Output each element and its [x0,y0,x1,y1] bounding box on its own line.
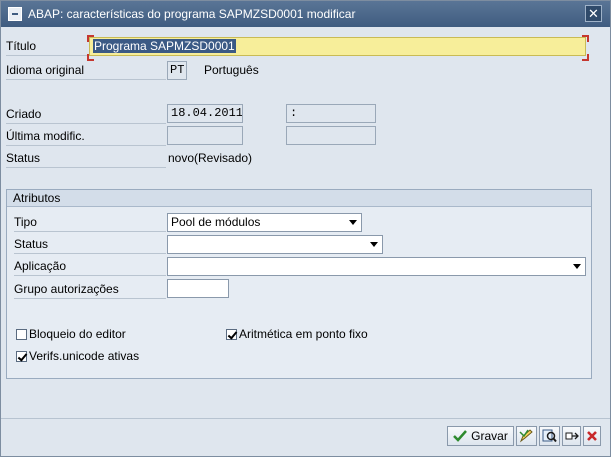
focus-corner-tl [87,35,94,42]
attr-status-select[interactable] [167,235,383,254]
aplicacao-select[interactable] [167,257,586,276]
status-label: Status [6,149,166,168]
ultima-date-field [167,126,243,145]
titulo-label: Título [6,37,88,56]
check-icon [453,430,468,442]
search-button[interactable] [539,426,560,446]
bloqueio-label: Bloqueio do editor [29,327,126,341]
chevron-down-icon[interactable] [573,264,581,269]
search-icon [542,429,557,443]
layout-icon [565,432,579,440]
atributos-header: Atributos [7,190,591,207]
focus-corner-br [582,54,589,61]
aritmetica-checkbox[interactable] [226,329,237,340]
cancel-icon [587,431,597,441]
dialog-window: ABAP: características do programa SAPMZS… [0,0,611,457]
tipo-select[interactable]: Pool de módulos [167,213,362,232]
dialog-content: Título Programa SAPMZSD0001 Idioma origi… [1,27,610,456]
atributos-title: Atributos [13,191,61,205]
aritmetica-label: Aritmética em ponto fixo [239,327,368,341]
footer-divider [1,418,610,419]
tipo-label: Tipo [14,213,166,232]
unicode-checkbox[interactable] [16,351,27,362]
attr-status-label: Status [14,235,166,254]
grupo-label: Grupo autorizações [14,280,166,299]
gravar-label: Gravar [471,429,508,443]
idioma-name: Português [204,63,259,77]
chevron-down-icon[interactable] [349,220,357,225]
gravar-button[interactable]: Gravar [447,426,514,446]
criado-label: Criado [6,105,166,124]
unicode-label: Verifs.unicode ativas [29,349,140,363]
window-icon [8,7,22,21]
grupo-input[interactable] [167,279,229,298]
title-bar: ABAP: características do programa SAPMZS… [1,1,610,27]
focus-corner-tr [582,35,589,42]
edit-button[interactable] [516,426,537,446]
focus-corner-bl [87,54,94,61]
cancel-button[interactable] [583,426,601,446]
edit-icon [519,429,533,443]
idioma-code-field: PT [167,61,187,80]
titulo-input[interactable]: Programa SAPMZSD0001 [89,37,586,56]
ultima-user-field [286,126,376,145]
aplicacao-label: Aplicação [14,257,166,276]
status-value: novo(Revisado) [168,151,253,165]
layout-button[interactable] [562,426,581,446]
tipo-value: Pool de módulos [171,215,261,229]
titulo-value: Programa SAPMZSD0001 [93,39,236,53]
chevron-down-icon[interactable] [370,242,378,247]
ultima-label: Última modific. [6,127,166,146]
criado-user-field: : [286,104,376,123]
atributos-group: Atributos Tipo Pool de módulos Status Ap… [6,189,592,379]
idioma-label: Idioma original [6,61,166,80]
bloqueio-checkbox[interactable] [16,329,27,340]
window-title: ABAP: características do programa SAPMZS… [28,7,356,21]
criado-date-field: 18.04.2011 [167,104,243,123]
close-button[interactable]: ✕ [585,5,602,22]
